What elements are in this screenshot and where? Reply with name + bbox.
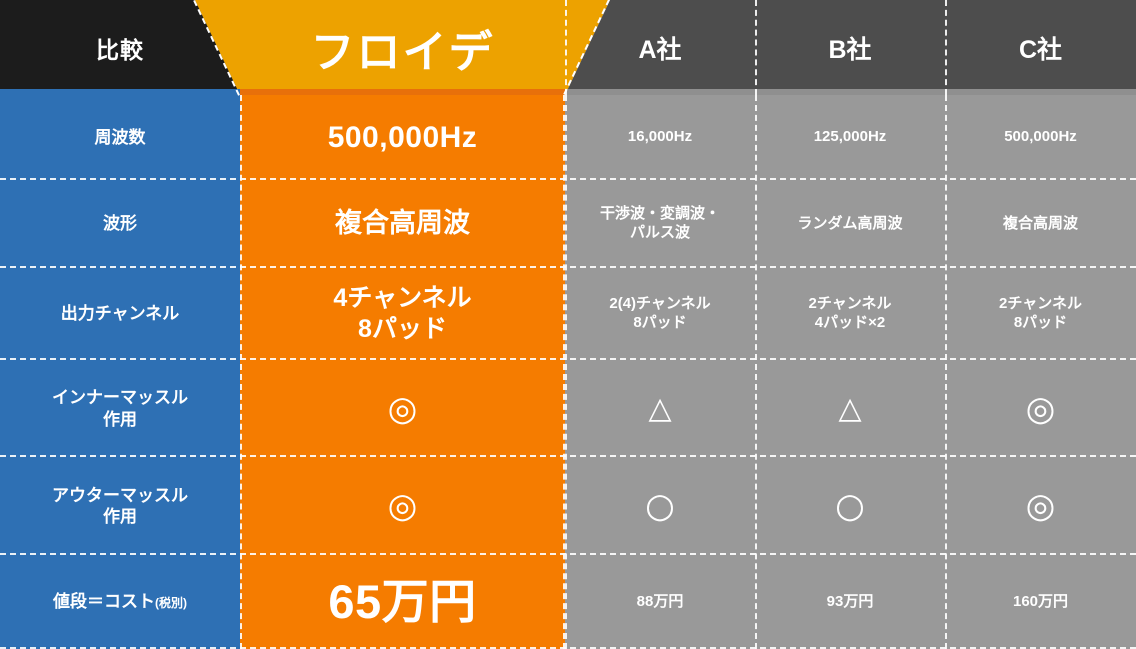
company-a-value-cell: 2(4)チャンネル 8パッド [565,268,755,360]
column-separator [240,95,242,649]
cell-line: ランダム高周波 [797,214,903,232]
row-label-text: アウターマッスル [52,485,188,505]
company-b-value-cell: 125,000Hz [755,95,945,180]
company-b-value-cell: ○ [755,457,945,555]
company-c-value-cell: ◎ [945,457,1136,555]
row-separator [0,178,1136,180]
cell-line: 2(4)チャンネル [609,295,711,313]
company-b-value-cell: △ [755,360,945,457]
cell-line: 8パッド [633,314,687,331]
header-column-separator [755,0,757,95]
double-circle-icon: ◎ [1025,486,1056,526]
triangle-icon: △ [648,390,672,426]
row-label-text: 値段＝コスト(税別) [53,592,187,612]
cell-line: 4チャンネル [333,283,472,312]
row-separator [0,266,1136,268]
circle-icon: ○ [835,486,865,526]
cell-line: 16,000Hz [627,128,693,146]
header-cell-company-c: C社 [945,0,1136,95]
cell-line: パルス波 [629,224,690,241]
header-cell-froide: フロイデ [195,0,610,95]
row-label-text: インナーマッスル [52,388,188,408]
company-a-value-cell: △ [565,360,755,457]
cell-line: 500,000Hz [327,120,478,154]
froide-value-cell: 500,000Hz [240,95,565,180]
row-label-cell: 周波数 [0,95,240,180]
table-header-row: 比較 フロイデ A社 B社 C社 [0,0,1136,95]
row-label-cell: インナーマッスル 作用 [0,360,240,457]
company-a-value-cell: 88万円 [565,555,755,649]
row-separator [0,358,1136,360]
row-label-subtext: 作用 [103,409,137,429]
cell-line: 8パッド [358,315,447,343]
row-label-cell: 値段＝コスト(税別) [0,555,240,649]
company-a-value-cell: 16,000Hz [565,95,755,180]
cell-line: 500,000Hz [1004,128,1077,146]
row-label-text: 出力チャンネル [60,304,180,324]
company-b-value-cell: 93万円 [755,555,945,649]
cell-line: 複合高周波 [1002,214,1078,232]
froide-value-cell: ◎ [240,360,565,457]
company-a-value-cell: ○ [565,457,755,555]
column-separator [945,95,947,649]
company-c-value-cell: 複合高周波 [945,180,1136,268]
row-separator [0,553,1136,555]
cell-line: 干渉波・変調波・ [599,205,720,223]
row-label-cell: 出力チャンネル [0,268,240,360]
froide-value-cell: 4チャンネル 8パッド [240,268,565,360]
company-c-value-cell: ◎ [945,360,1136,457]
cell-line: 8パッド [1013,314,1068,331]
cell-line: 2チャンネル [808,295,892,313]
cell-line: 93万円 [826,592,874,610]
header-hero-text: フロイデ [310,27,495,77]
triangle-icon: △ [838,390,862,426]
header-column-separator [945,0,947,95]
company-b-value-cell: 2チャンネル 4パッド×2 [755,268,945,360]
header-company-c-text: C社 [1018,35,1063,64]
double-circle-icon: ◎ [387,388,418,429]
header-cell-company-b: B社 [755,0,945,95]
row-label-text: 周波数 [94,127,146,147]
company-b-value-cell: ランダム高周波 [755,180,945,268]
double-circle-icon: ◎ [387,486,418,526]
company-a-value-cell: 干渉波・変調波・ パルス波 [565,180,755,268]
row-label-cell: アウターマッスル 作用 [0,457,240,555]
header-label-text: 比較 [96,36,144,63]
row-label-cell: 波形 [0,180,240,268]
column-separator [755,95,757,649]
comparison-table: 比較 フロイデ A社 B社 C社 周波数 500,000Hz 16,000Hz 125… [0,0,1136,649]
cell-line: 88万円 [636,592,684,610]
company-c-value-cell: 160万円 [945,555,1136,649]
row-label-text: 波形 [103,214,137,234]
row-label-subtext: 作用 [103,507,137,526]
froide-value-cell: 複合高周波 [240,180,565,268]
company-c-value-cell: 500,000Hz [945,95,1136,180]
header-company-a-text: A社 [638,35,682,64]
column-separator [563,95,565,649]
header-column-separator [565,0,567,95]
cell-line: 160万円 [1012,592,1069,610]
cell-line: 65万円 [328,574,477,628]
cell-line: 2チャンネル [999,295,1082,313]
company-c-value-cell: 2チャンネル 8パッド [945,268,1136,360]
column-separator [565,95,567,649]
row-separator [0,455,1136,457]
froide-value-cell: ◎ [240,457,565,555]
header-company-b-text: B社 [828,35,872,64]
double-circle-icon: ◎ [1025,388,1056,429]
cell-line: 複合高周波 [335,208,470,239]
froide-value-cell: 65万円 [240,555,565,649]
row-label-tax-note: (税別) [155,596,187,611]
circle-icon: ○ [645,486,675,526]
cell-line: 4パッド×2 [814,314,886,331]
cell-line: 125,000Hz [813,128,887,146]
